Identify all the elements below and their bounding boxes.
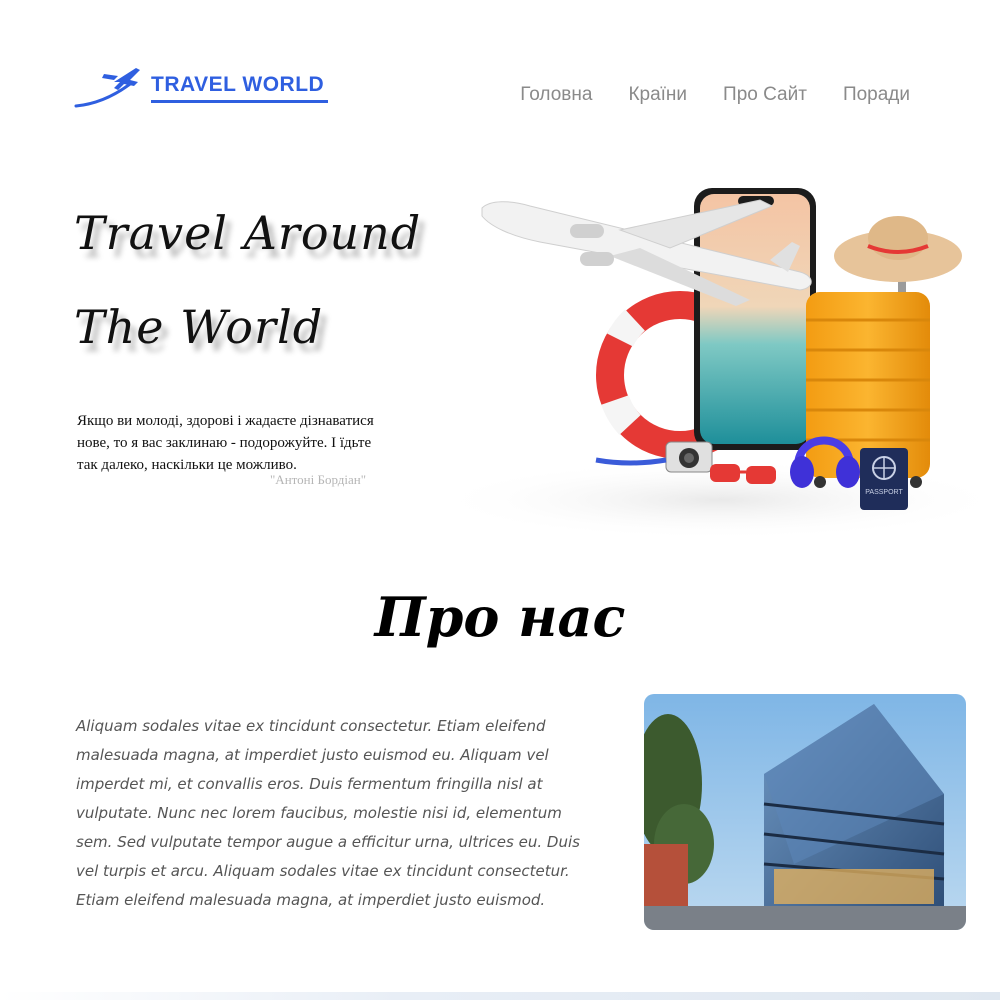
hero-title-line1: Travel Around <box>74 206 422 260</box>
hero-quote: Якщо ви молоді, здорові і жадаєте дізнав… <box>77 413 374 473</box>
camera-icon <box>665 441 713 473</box>
nav-home[interactable]: Головна <box>520 84 592 106</box>
hero-illustration: PASSPORT <box>420 160 1000 540</box>
nav-about-site[interactable]: Про Сайт <box>723 84 807 106</box>
logo-text: TRAVEL WORLD <box>151 73 325 96</box>
logo[interactable]: TRAVEL WORLD <box>74 60 334 112</box>
nav-countries[interactable]: Країни <box>628 84 687 106</box>
about-text: Aliquam sodales vitae ex tincidunt conse… <box>76 717 580 909</box>
passport-icon: PASSPORT <box>860 448 908 510</box>
hero-title-line2: The World <box>74 300 324 354</box>
hero-title: Travel Around The World <box>74 186 434 374</box>
nav-tips[interactable]: Поради <box>843 84 910 106</box>
passport-label: PASSPORT <box>865 489 903 496</box>
about-title: Про нас <box>374 585 626 649</box>
next-section-edge <box>0 992 1000 1000</box>
logo-underline <box>151 100 328 103</box>
office-building-photo <box>644 694 966 930</box>
plane-logo-icon <box>74 68 140 108</box>
quote-author: "Антоні Бордіан" <box>270 472 367 487</box>
main-nav: Головна Країни Про Сайт Поради <box>520 84 910 106</box>
sun-hat-icon <box>834 216 962 282</box>
